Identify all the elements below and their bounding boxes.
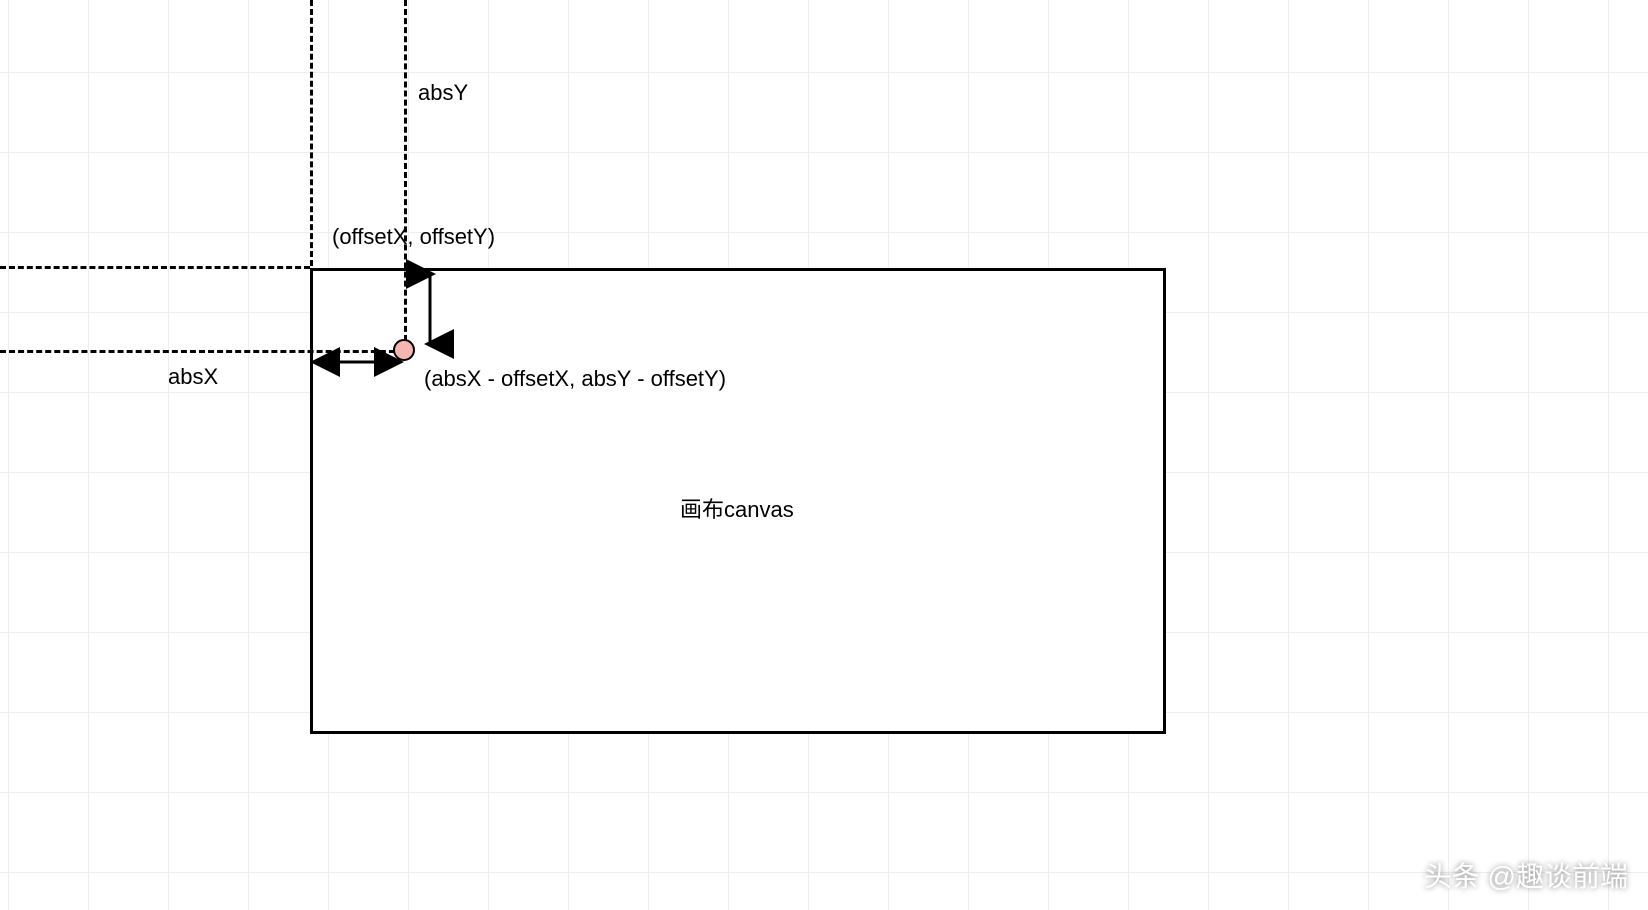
arrow-horizontal — [310, 350, 404, 374]
dashed-horizontal-offset — [0, 266, 310, 269]
label-offset: (offsetX, offsetY) — [332, 224, 495, 250]
label-absX: absX — [168, 364, 218, 390]
dashed-vertical-point — [404, 0, 407, 350]
arrow-vertical — [418, 268, 442, 350]
dashed-vertical-offset — [310, 0, 313, 266]
watermark: 头条 @趣谈前端 — [1424, 855, 1628, 895]
label-point-formula: (absX - offsetX, absY - offsetY) — [424, 366, 726, 392]
label-canvas: 画布canvas — [680, 492, 794, 524]
point-marker — [393, 339, 415, 361]
label-absY: absY — [418, 80, 468, 106]
